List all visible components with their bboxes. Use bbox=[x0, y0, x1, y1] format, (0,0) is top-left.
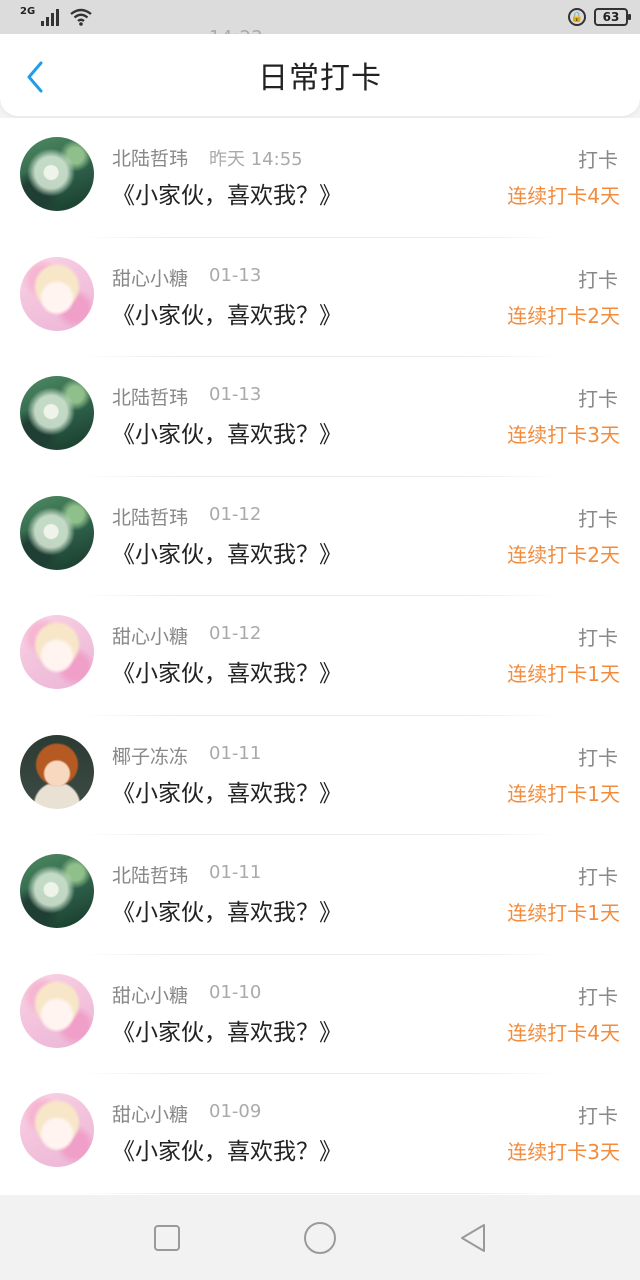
avatar[interactable] bbox=[20, 495, 94, 570]
home-button[interactable] bbox=[295, 1213, 345, 1263]
avatar[interactable] bbox=[20, 973, 94, 1048]
list-item[interactable]: 北陆哲玮 昨天 14:55 《小家伙，喜欢我？》 打卡 连续打卡4天 bbox=[0, 118, 640, 238]
list-item[interactable]: 甜心小糖 01-13 《小家伙，喜欢我？》 打卡 连续打卡2天 bbox=[0, 238, 640, 358]
user-name[interactable]: 椰子冻冻 bbox=[112, 742, 188, 769]
post-time: 01-11 bbox=[209, 742, 262, 764]
streak-label: 连续打卡1天 bbox=[507, 662, 620, 686]
streak-label: 连续打卡4天 bbox=[507, 184, 620, 208]
user-name[interactable]: 北陆哲玮 bbox=[112, 861, 188, 888]
status-right: 🔒 63 bbox=[568, 8, 631, 26]
wifi-icon bbox=[70, 8, 92, 26]
post-time: 01-12 bbox=[209, 623, 262, 644]
streak-label: 连续打卡3天 bbox=[507, 423, 620, 447]
checkin-tag: 打卡 bbox=[578, 387, 618, 411]
chevron-left-icon bbox=[27, 61, 43, 93]
checkin-content: 《小家伙，喜欢我？》 bbox=[112, 302, 342, 329]
avatar[interactable] bbox=[20, 854, 94, 928]
checkin-tag: 打卡 bbox=[578, 506, 618, 531]
list-item[interactable]: 北陆哲玮 01-11 《小家伙，喜欢我？》 打卡 连续打卡1天 bbox=[0, 835, 640, 955]
streak-label: 连续打卡4天 bbox=[507, 1020, 620, 1045]
battery-level: 63 bbox=[602, 10, 620, 24]
user-name[interactable]: 北陆哲玮 bbox=[112, 144, 188, 171]
checkin-list[interactable]: 北陆哲玮 昨天 14:55 《小家伙，喜欢我？》 打卡 连续打卡4天 甜心小糖 … bbox=[0, 118, 640, 1195]
rotation-lock-icon: 🔒 bbox=[568, 8, 586, 26]
checkin-content: 《小家伙，喜欢我？》 bbox=[112, 1019, 342, 1046]
checkin-content: 《小家伙，喜欢我？》 bbox=[112, 1139, 342, 1165]
checkin-tag: 打卡 bbox=[578, 984, 618, 1009]
checkin-content: 《小家伙，喜欢我？》 bbox=[112, 900, 342, 926]
circle-icon bbox=[303, 1221, 336, 1254]
list-item[interactable]: 甜心小糖 01-12 《小家伙，喜欢我？》 打卡 连续打卡1天 bbox=[0, 596, 640, 716]
back-nav-button[interactable] bbox=[448, 1213, 498, 1263]
avatar[interactable] bbox=[20, 734, 94, 809]
checkin-tag: 打卡 bbox=[578, 865, 618, 889]
checkin-content: 《小家伙，喜欢我？》 bbox=[112, 422, 342, 448]
network-type: 2G bbox=[20, 5, 36, 17]
avatar[interactable] bbox=[20, 137, 94, 211]
checkin-tag: 打卡 bbox=[578, 745, 618, 770]
post-time: 昨天 14:55 bbox=[209, 149, 303, 170]
checkin-tag: 打卡 bbox=[578, 267, 618, 292]
avatar[interactable] bbox=[20, 376, 94, 450]
avatar[interactable] bbox=[20, 256, 94, 331]
checkin-tag: 打卡 bbox=[578, 626, 618, 650]
streak-label: 连续打卡3天 bbox=[507, 1140, 620, 1164]
triangle-back-icon bbox=[461, 1223, 486, 1252]
streak-label: 连续打卡2天 bbox=[507, 542, 620, 567]
post-time: 01-11 bbox=[209, 862, 262, 883]
battery-icon: 63 bbox=[594, 8, 631, 26]
cellular-signal-icon bbox=[41, 9, 60, 26]
signal-group: 2G bbox=[20, 5, 93, 26]
post-time: 01-10 bbox=[209, 981, 262, 1003]
back-button[interactable] bbox=[22, 60, 48, 94]
user-name[interactable]: 北陆哲玮 bbox=[112, 503, 188, 530]
avatar[interactable] bbox=[20, 615, 94, 689]
user-name[interactable]: 甜心小糖 bbox=[112, 622, 188, 649]
post-time: 01-13 bbox=[209, 384, 262, 405]
list-item[interactable]: 北陆哲玮 01-12 《小家伙，喜欢我？》 打卡 连续打卡2天 bbox=[0, 477, 640, 597]
streak-label: 连续打卡1天 bbox=[507, 781, 620, 806]
list-item[interactable]: 甜心小糖 01-09 《小家伙，喜欢我？》 打卡 连续打卡3天 bbox=[0, 1074, 640, 1194]
checkin-content: 《小家伙，喜欢我？》 bbox=[112, 541, 342, 568]
square-icon bbox=[153, 1224, 180, 1251]
checkin-content: 《小家伙，喜欢我？》 bbox=[112, 661, 342, 687]
post-time: 01-12 bbox=[209, 503, 262, 525]
list-item[interactable]: 甜心小糖 01-10 《小家伙，喜欢我？》 打卡 连续打卡4天 bbox=[0, 955, 640, 1075]
user-name[interactable]: 北陆哲玮 bbox=[112, 383, 188, 410]
user-name[interactable]: 甜心小糖 bbox=[112, 1100, 188, 1127]
streak-label: 连续打卡2天 bbox=[507, 303, 620, 328]
list-item[interactable]: 椰子冻冻 01-11 《小家伙，喜欢我？》 打卡 连续打卡1天 bbox=[0, 716, 640, 836]
recents-button[interactable] bbox=[142, 1213, 192, 1263]
checkin-tag: 打卡 bbox=[578, 148, 618, 172]
header: 日常打卡 bbox=[0, 34, 640, 116]
post-time: 01-09 bbox=[209, 1101, 262, 1122]
page-title: 日常打卡 bbox=[258, 61, 382, 96]
user-name[interactable]: 甜心小糖 bbox=[112, 264, 188, 291]
list-item[interactable]: 北陆哲玮 01-13 《小家伙，喜欢我？》 打卡 连续打卡3天 bbox=[0, 357, 640, 477]
post-time: 01-13 bbox=[209, 264, 262, 286]
checkin-tag: 打卡 bbox=[578, 1104, 618, 1128]
checkin-content: 《小家伙，喜欢我？》 bbox=[112, 183, 342, 209]
system-nav-bar bbox=[0, 1195, 640, 1280]
avatar[interactable] bbox=[20, 1093, 94, 1167]
user-name[interactable]: 甜心小糖 bbox=[112, 981, 188, 1008]
checkin-content: 《小家伙，喜欢我？》 bbox=[112, 780, 342, 807]
status-bar: 14:22 2G 🔒 63 bbox=[0, 0, 640, 48]
streak-label: 连续打卡1天 bbox=[507, 901, 620, 925]
